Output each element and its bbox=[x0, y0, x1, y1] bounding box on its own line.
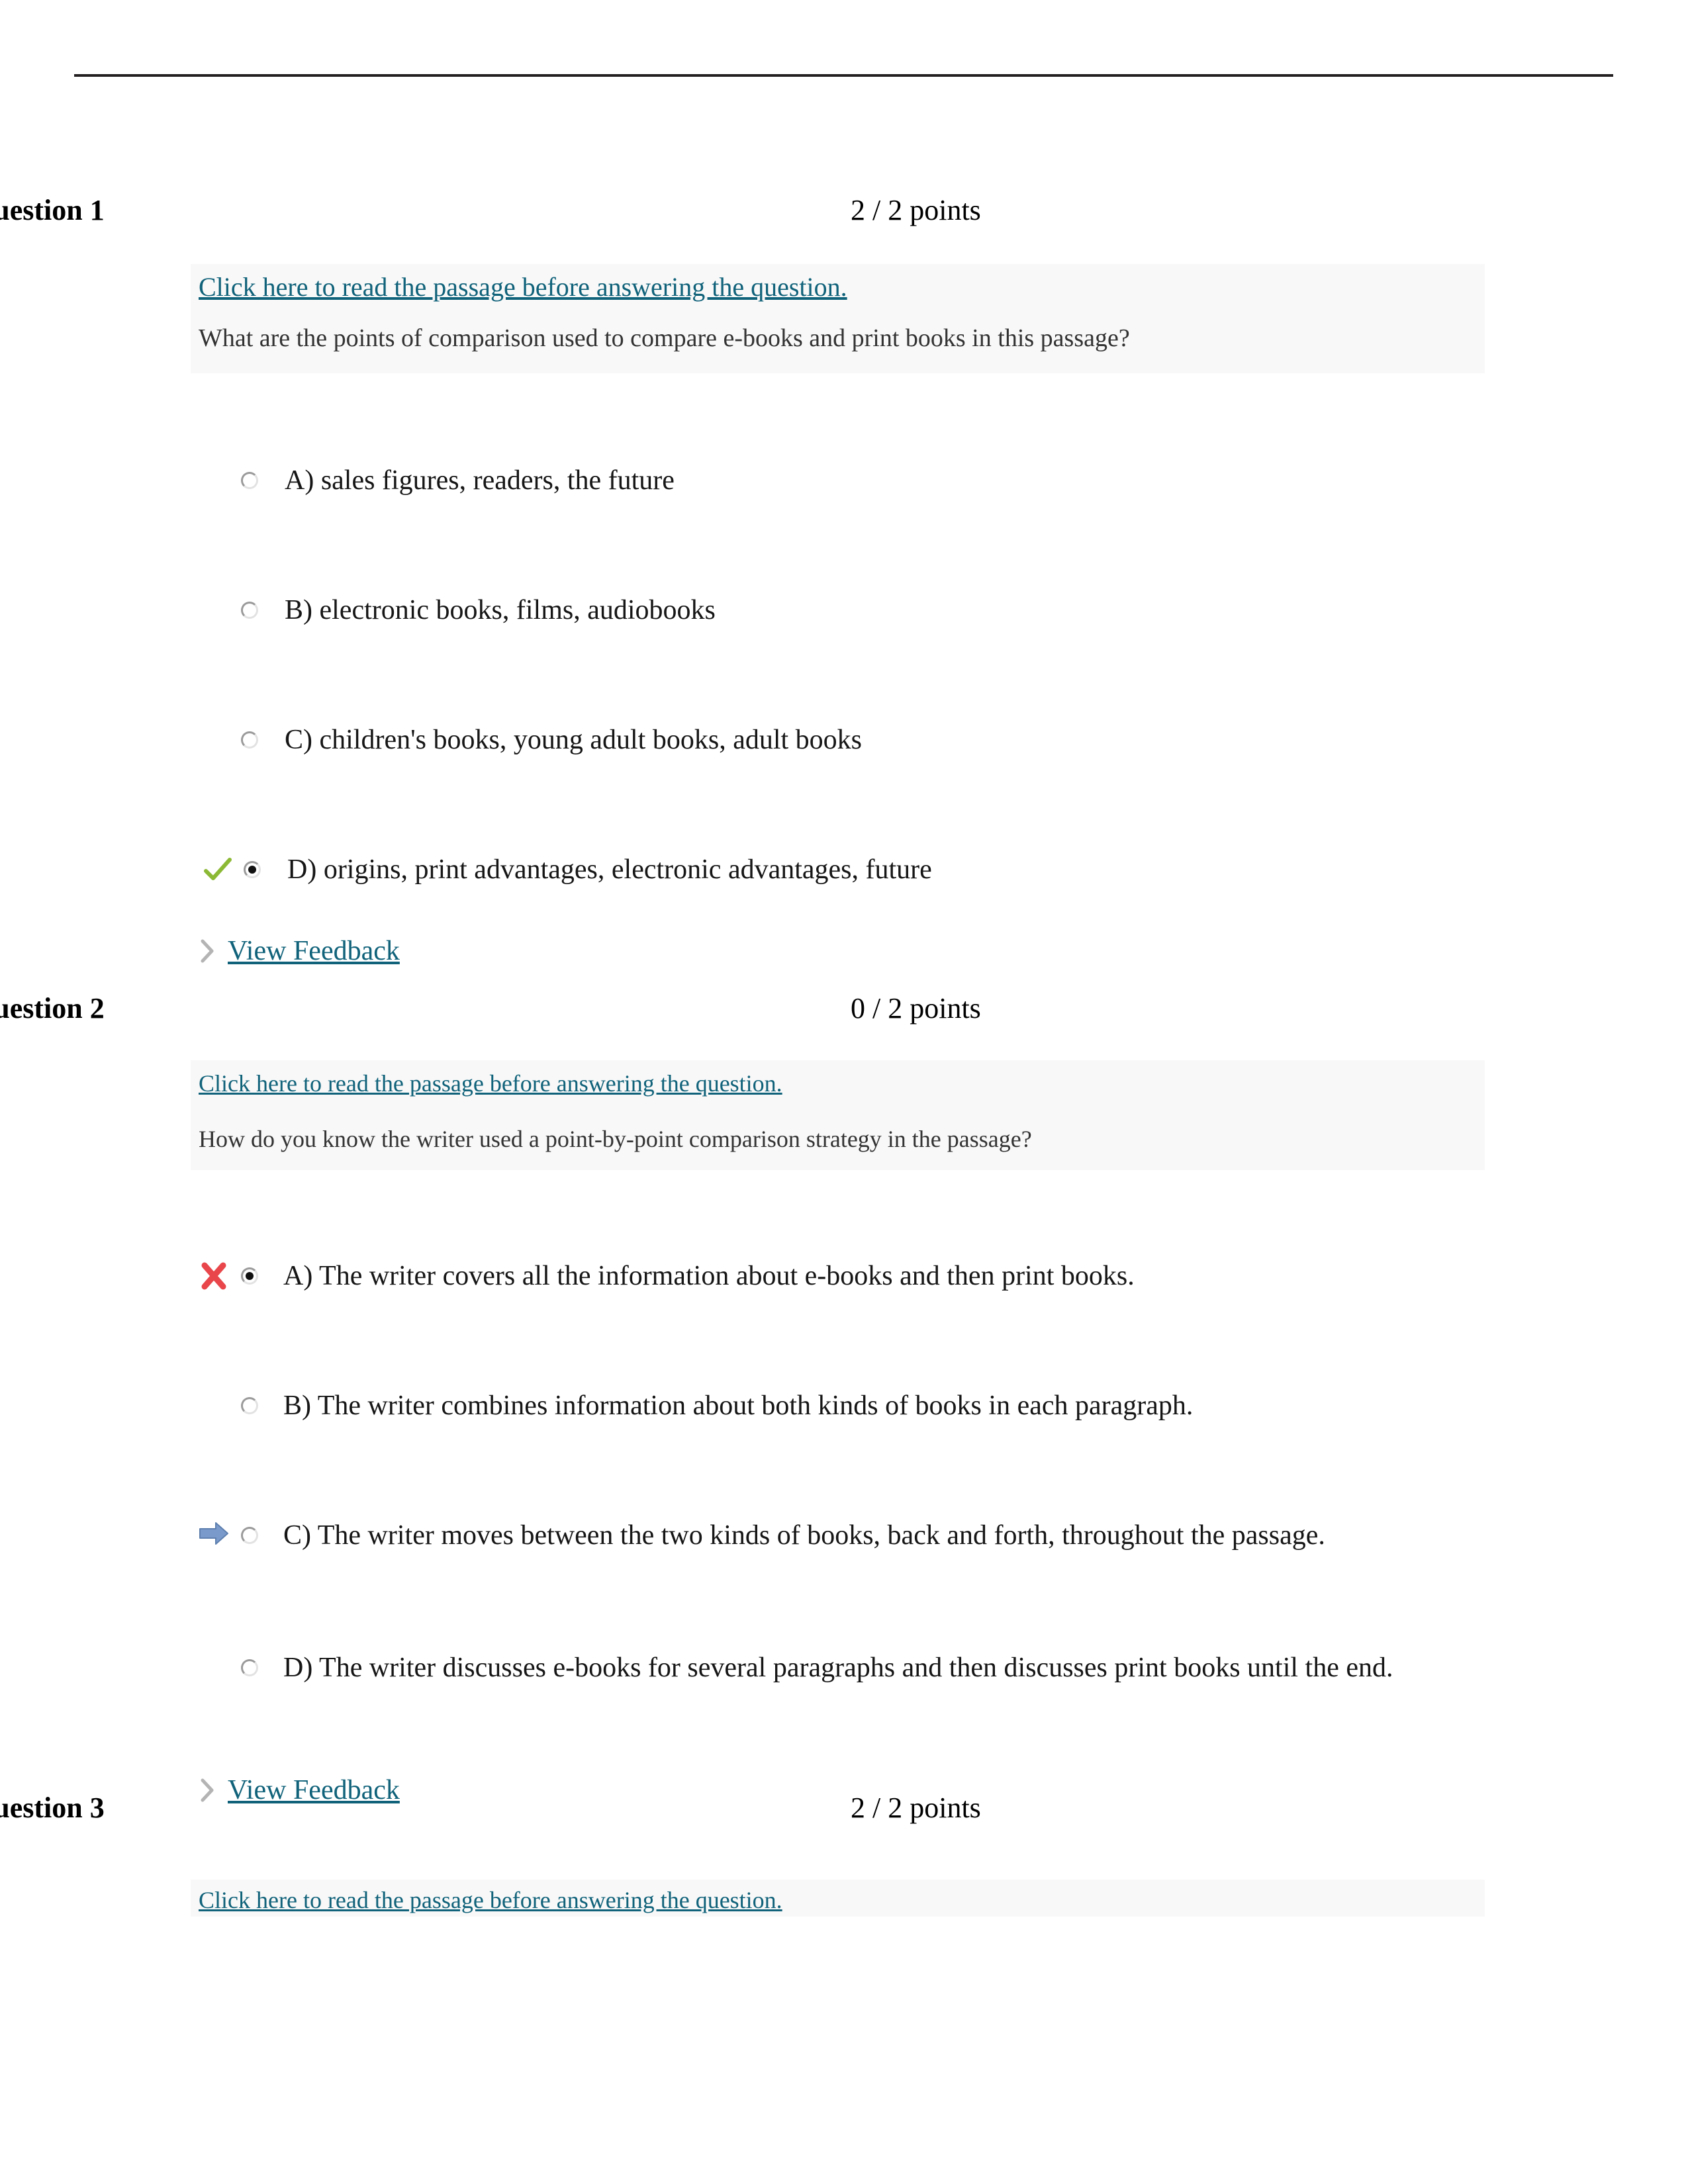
question-1-header: Question 1 2 / 2 points bbox=[0, 193, 1688, 240]
option-label-q1-d: D) origins, print advantages, electronic… bbox=[287, 854, 932, 885]
question-2-header: Question 2 0 / 2 points bbox=[0, 991, 1688, 1038]
option-label-q2-b: B) The writer combines information about… bbox=[283, 1390, 1194, 1421]
question-block-2: Question 2 0 / 2 points bbox=[0, 991, 1688, 1038]
option-label-q2-c: C) The writer moves between the two kind… bbox=[283, 1520, 1325, 1551]
answer-arrow-icon bbox=[199, 1520, 229, 1551]
header-divider bbox=[74, 74, 1613, 77]
radio-q2-d[interactable] bbox=[241, 1659, 258, 1676]
question-1-label: Question 1 bbox=[0, 194, 105, 226]
option-label-q1-b: B) electronic books, films, audiobooks bbox=[285, 595, 716, 625]
radio-q1-a[interactable] bbox=[241, 472, 258, 489]
quiz-results-page: Question 1 2 / 2 points Click here to re… bbox=[0, 0, 1688, 2184]
question-block-1: Question 1 2 / 2 points bbox=[0, 193, 1688, 240]
chevron-right-icon bbox=[199, 938, 216, 964]
view-feedback-link-1[interactable]: View Feedback bbox=[228, 935, 400, 967]
question-2-points: 0 / 2 points bbox=[851, 992, 981, 1024]
radio-q2-b[interactable] bbox=[241, 1397, 258, 1414]
option-label-q1-a: A) sales figures, readers, the future bbox=[285, 465, 675, 496]
option-label-q1-c: C) children's books, young adult books, … bbox=[285, 725, 863, 755]
question-block-3: Question 3 2 / 2 points bbox=[0, 1791, 1688, 1837]
radio-q1-c[interactable] bbox=[241, 731, 258, 749]
question-3-stem-panel: Click here to read the passage before an… bbox=[191, 1880, 1485, 1917]
question-1-points: 2 / 2 points bbox=[851, 194, 981, 226]
question-3-header: Question 3 2 / 2 points bbox=[0, 1791, 1688, 1837]
question-2-label: Question 2 bbox=[0, 992, 105, 1024]
question-3-points: 2 / 2 points bbox=[851, 1792, 981, 1824]
radio-q1-b[interactable] bbox=[241, 602, 258, 619]
question-1-stem-text: What are the points of comparison used t… bbox=[199, 324, 1130, 352]
question-3-label: Question 3 bbox=[0, 1792, 105, 1824]
option-label-q2-d: D) The writer discusses e-books for seve… bbox=[283, 1653, 1393, 1683]
option-label-q2-a: A) The writer covers all the information… bbox=[283, 1261, 1135, 1291]
radio-q1-d[interactable] bbox=[244, 861, 261, 878]
question-2-stem-panel: Click here to read the passage before an… bbox=[191, 1060, 1485, 1170]
passage-link-1[interactable]: Click here to read the passage before an… bbox=[199, 271, 847, 302]
correct-check-icon bbox=[203, 854, 233, 885]
radio-q2-a[interactable] bbox=[241, 1267, 258, 1285]
question-2-stem-text: How do you know the writer used a point-… bbox=[199, 1126, 1032, 1152]
question-1-stem-panel: Click here to read the passage before an… bbox=[191, 264, 1485, 373]
passage-link-3[interactable]: Click here to read the passage before an… bbox=[199, 1886, 782, 1914]
passage-link-2[interactable]: Click here to read the passage before an… bbox=[199, 1069, 782, 1097]
incorrect-x-icon bbox=[199, 1261, 229, 1291]
radio-q2-c[interactable] bbox=[241, 1527, 258, 1544]
